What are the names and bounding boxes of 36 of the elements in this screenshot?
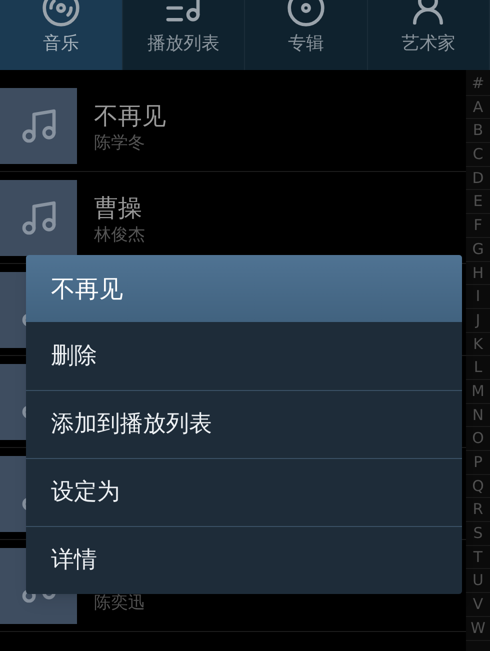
artist-name: 陈奕迅 xyxy=(94,592,145,614)
index-letter[interactable]: J xyxy=(466,308,490,333)
index-letter[interactable]: T xyxy=(466,546,490,570)
index-letter[interactable]: R xyxy=(466,498,490,522)
index-letter[interactable]: M xyxy=(466,380,490,404)
index-letter[interactable]: O xyxy=(466,427,490,451)
menu-item[interactable]: 设定为 xyxy=(26,458,462,526)
menu-item[interactable]: 详情 xyxy=(26,526,462,594)
index-letter[interactable]: V xyxy=(466,593,490,617)
index-letter[interactable]: # xyxy=(466,72,490,96)
song-title: 曹操 xyxy=(94,192,142,223)
artist-name: 林俊杰 xyxy=(94,224,145,246)
index-letter[interactable]: W xyxy=(466,616,490,640)
index-letter[interactable]: I xyxy=(466,285,490,309)
index-letter[interactable]: H xyxy=(466,262,490,286)
menu-item[interactable]: 添加到播放列表 xyxy=(26,390,462,458)
song-title: 不再见 xyxy=(94,100,166,131)
index-letter[interactable]: A xyxy=(466,96,490,120)
menu-title: 不再见 xyxy=(26,255,462,322)
index-letter[interactable]: P xyxy=(466,451,490,475)
menu-item[interactable]: 删除 xyxy=(26,322,462,390)
index-letter[interactable]: D xyxy=(466,166,490,190)
index-letter[interactable]: G xyxy=(466,238,490,262)
index-letter[interactable]: Q xyxy=(466,474,490,498)
album-icon xyxy=(286,0,326,28)
index-letter[interactable]: N xyxy=(466,404,490,428)
artist-name: 陈学冬 xyxy=(94,132,146,154)
index-letter[interactable]: C xyxy=(466,143,490,167)
index-letter[interactable]: F xyxy=(466,214,490,238)
index-letter[interactable]: E xyxy=(466,190,490,214)
tab[interactable]: 音乐 xyxy=(0,0,122,70)
index-letter[interactable]: U xyxy=(466,569,490,594)
index-letter[interactable]: B xyxy=(466,119,490,144)
index-letter[interactable]: S xyxy=(466,522,490,546)
index-letter[interactable]: K xyxy=(466,332,490,356)
index-letter[interactable]: L xyxy=(466,356,490,380)
